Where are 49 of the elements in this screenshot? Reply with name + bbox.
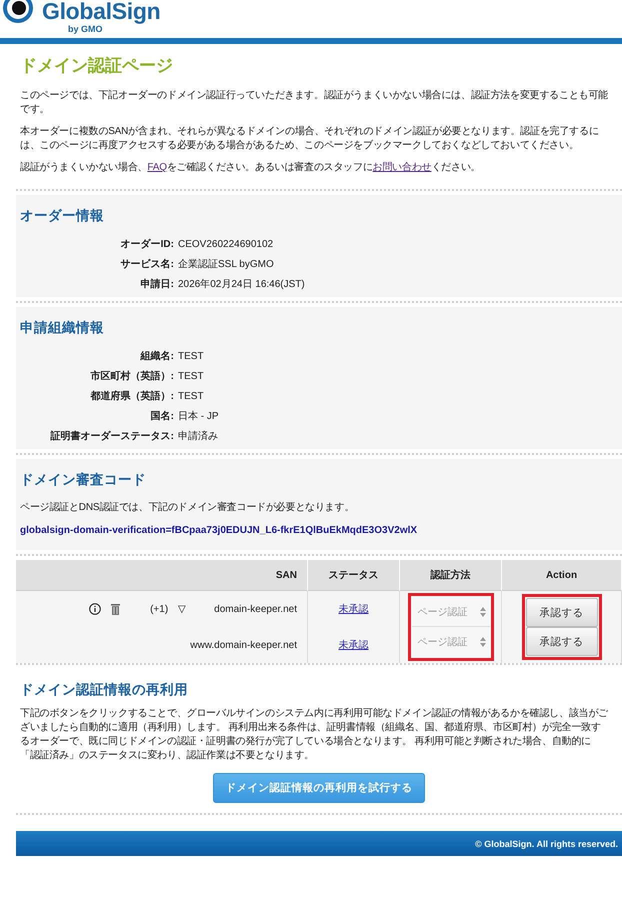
status-link[interactable]: 未承認: [338, 602, 368, 616]
field-value: CEOV260224690102: [178, 238, 274, 250]
field-value: 2026年02月24日 16:46(JST): [178, 278, 306, 291]
approve-button[interactable]: 承認する: [526, 598, 598, 627]
page-title: ドメイン認証ページ: [20, 55, 174, 77]
verification-code: globalsign-domain-verification=fBCpaa73j0EDUJN_L6-fkrE1QlBuEkMqdE3O3V2wlX: [20, 525, 418, 536]
status-link[interactable]: 未承認: [338, 638, 368, 652]
field-value: TEST: [178, 370, 205, 382]
san-domain: www.domain-keeper.net: [190, 640, 297, 650]
san-count: (+1): [150, 604, 168, 614]
sort-arrows-icon: [480, 637, 486, 647]
section-title: ドメイン認証情報の再利用: [20, 681, 189, 699]
info-icon[interactable]: [89, 603, 102, 615]
expand-toggle[interactable]: ▽: [178, 603, 186, 615]
copyright-text: © GlobalSign. All rights reserved.: [475, 838, 618, 848]
field-value: 申請済み: [178, 430, 219, 443]
section-title: オーダー情報: [20, 207, 105, 225]
contact-link[interactable]: お問い合わせ: [372, 162, 432, 173]
logo-text: GlobalSign: [42, 0, 160, 24]
field-label: オーダーID:: [120, 238, 174, 251]
field-label: 証明書オーダーステータス:: [49, 430, 174, 443]
column-header: ステータス: [308, 560, 400, 591]
section-title: ドメイン審査コード: [20, 471, 147, 489]
logo-subtext: by GMO: [68, 24, 103, 34]
trash-icon[interactable]: [111, 603, 120, 615]
field-label: 国名:: [150, 410, 174, 423]
field-label: 組織名:: [139, 350, 174, 363]
san-domain: domain-keeper.net: [214, 604, 297, 614]
field-label: サービス名:: [120, 258, 174, 271]
intro-paragraph: このページでは、下記オーダーのドメイン認証行っていただきます。認証がうまくいかない場合には、認証方法を変更することも可能です。: [20, 89, 610, 117]
column-header: Action: [502, 560, 622, 591]
section-title: 申請組織情報: [20, 319, 105, 337]
eye-logo-icon: [2, 0, 36, 24]
column-header: SAN: [16, 560, 308, 591]
reuse-description: 下記のボタンをクリックすることで、グローバルサインのシステム内に再利用可能なドメイン認証の情報があるかを確認し、該当がございましたら自動的に適用（再利用）します。 再利用出来る条件は、証明書情報（組織名、国、都道府県、市区町村）が完全一致するオーダーで、既に同じドメインの認証・証明書の発行が完了している場合となります。 再利用可能と判断された場合、自動的に「認証済み」のステータスに変わり、認証作業は不要となります。: [20, 707, 610, 763]
field-label: 都道府県（英語）:: [90, 389, 174, 403]
field-value: TEST: [178, 390, 205, 402]
column-header: 認証方法: [400, 560, 502, 591]
intro-paragraph: 本オーダーに複数のSANが含まれ、それらが異なるドメインの場合、それぞれのドメイン認証が必要となります。認証を完了するには、このページに再度アクセスする必要がある場合があるため、このページをブックマークしておくなどしておいてください。: [20, 125, 600, 153]
field-label: 申請日:: [140, 278, 174, 291]
field-value: TEST: [178, 350, 205, 362]
code-description: ページ認証とDNS認証では、下記のドメイン審査コードが必要となります。: [20, 501, 356, 515]
help-paragraph: 認証がうまくいかない場合、FAQをご確認ください。あるいは審査のスタッフにお問い合わせ ください。: [20, 161, 482, 175]
field-value: 企業認証SSL byGMO: [178, 258, 275, 271]
faq-link[interactable]: FAQ: [147, 162, 167, 173]
sort-arrows-icon: [480, 606, 486, 616]
field-label: 市区町村（英語）:: [90, 369, 174, 383]
field-value: 日本 - JP: [178, 410, 220, 423]
approve-button[interactable]: 承認する: [526, 627, 598, 656]
